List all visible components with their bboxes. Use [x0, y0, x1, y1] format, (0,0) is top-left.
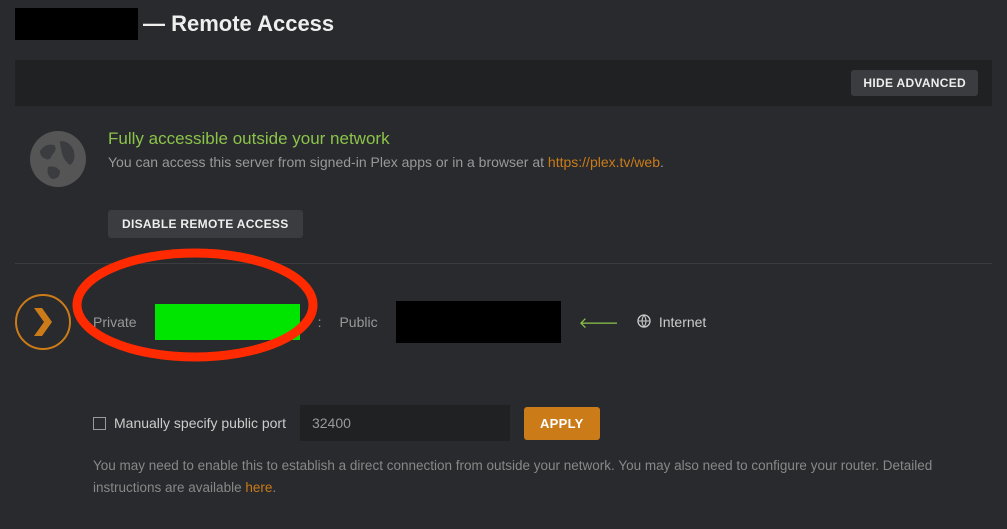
private-label: Private	[93, 314, 137, 330]
help-suffix: .	[272, 480, 276, 495]
help-prefix: You may need to enable this to establish…	[93, 458, 932, 495]
private-ip-redacted	[155, 304, 300, 340]
disable-remote-access-button[interactable]: DISABLE REMOTE ACCESS	[108, 210, 303, 238]
advanced-bar: HIDE ADVANCED	[15, 60, 992, 106]
status-title: Fully accessible outside your network	[108, 129, 664, 149]
plex-icon	[15, 294, 71, 350]
internet-label: Internet	[659, 314, 706, 330]
status-description: You can access this server from signed-i…	[108, 154, 664, 170]
private-colon: :	[318, 314, 322, 330]
page-title: — Remote Access	[143, 11, 334, 37]
manual-port-label: Manually specify public port	[114, 415, 286, 431]
plex-web-link[interactable]: https://plex.tv/web	[548, 154, 660, 170]
status-desc-prefix: You can access this server from signed-i…	[108, 154, 548, 170]
help-text: You may need to enable this to establish…	[93, 455, 977, 498]
public-ip-redacted	[396, 301, 561, 343]
checkbox-box-icon	[93, 417, 106, 430]
public-port-input[interactable]	[300, 405, 510, 441]
hide-advanced-button[interactable]: HIDE ADVANCED	[851, 70, 978, 96]
internet-icon	[637, 314, 651, 331]
public-label: Public	[339, 314, 377, 330]
manual-port-checkbox[interactable]: Manually specify public port	[93, 415, 286, 431]
server-name-redacted	[15, 8, 138, 40]
help-here-link[interactable]: here	[245, 480, 272, 495]
globe-icon	[30, 131, 86, 187]
arrow-left-icon: 🡐	[579, 313, 619, 332]
apply-button[interactable]: APPLY	[524, 407, 600, 440]
status-desc-suffix: .	[660, 154, 664, 170]
